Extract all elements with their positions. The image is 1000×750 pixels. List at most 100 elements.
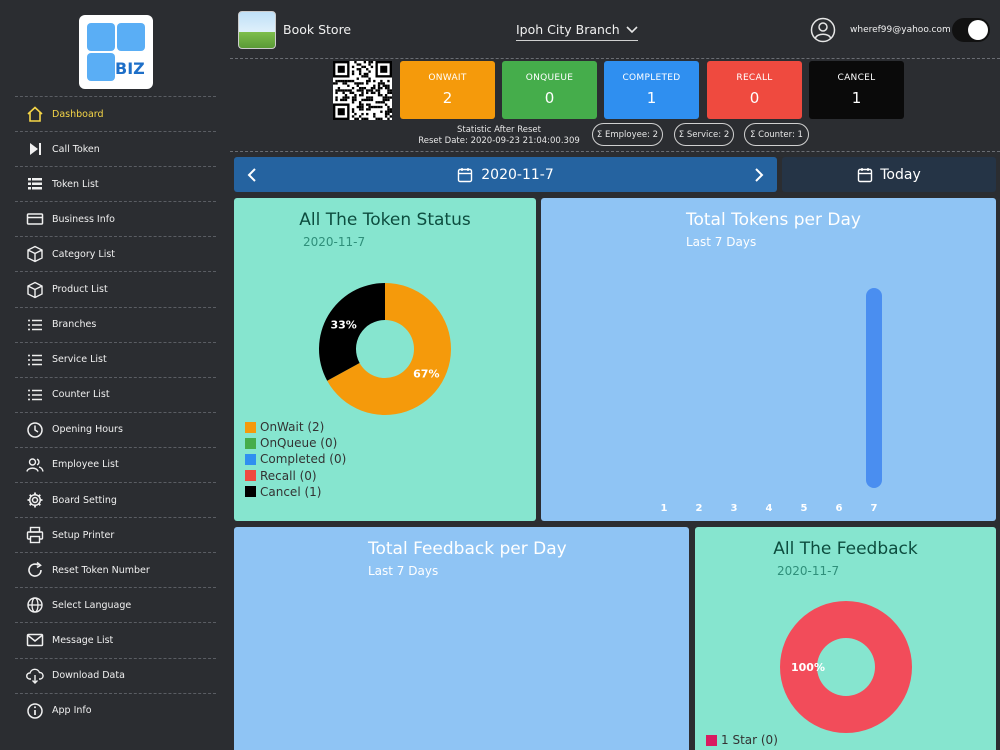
biz-logo: BIZ [79,15,153,89]
sidebar-item-employee-list[interactable]: Employee List [15,446,216,482]
stat-value: 0 [544,89,555,107]
branch-selector[interactable]: Ipoh City Branch [516,22,638,41]
feedback-per-day-panel [234,527,689,750]
token-status-title: All The Token Status [299,210,471,230]
legend-swatch [245,470,256,482]
bullet-list-icon-glyph [28,319,42,331]
refresh-icon-glyph [28,562,42,578]
stat-card-recall[interactable]: RECALL 0 [707,61,802,119]
legend-label: OnQueue (0) [260,436,338,451]
feedback-per-day-title: Total Feedback per Day [368,539,567,559]
sidebar-item-setup-printer[interactable]: Setup Printer [15,517,216,552]
stat-label: RECALL [736,73,773,83]
legend-swatch [245,437,256,449]
stat-value: 1 [851,89,862,107]
legend-label: Cancel (1) [260,484,322,499]
legend-item: Completed (0) [245,451,346,467]
sidebar-item-reset-token-number[interactable]: Reset Token Number [15,552,216,587]
sidebar-item-counter-list[interactable]: Counter List [15,376,216,412]
sidebar-item-label: Board Setting [52,494,117,506]
legend-label: Recall (0) [260,468,317,483]
user-account-icon[interactable] [810,17,836,43]
next-date-button[interactable] [744,157,774,192]
logo-text: BIZ [115,59,145,78]
cube-icon-glyph [27,281,43,298]
legend-label: 1 Star (0) [721,733,778,747]
dark-mode-toggle[interactable] [952,18,990,42]
chevron-right-icon [755,167,764,182]
sidebar-item-label: Counter List [52,389,110,401]
sidebar-item-select-language[interactable]: Select Language [15,587,216,622]
stat-card-completed[interactable]: COMPLETED 1 [604,61,699,119]
gear-icon [25,490,45,510]
donut-slice-label: 100% [791,661,825,674]
all-feedback-legend: 1 Star (0) [706,732,778,748]
legend-label: Completed (0) [260,452,347,467]
legend-item: OnQueue (0) [245,435,346,451]
sidebar-menu: Dashboard Call Token Token List Business In… [15,96,216,728]
today-button[interactable]: Today [782,157,996,192]
sidebar-item-label: Reset Token Number [52,564,150,576]
sidebar-item-category-list[interactable]: Category List [15,236,216,271]
sidebar: BIZ Dashboard Call Token Token List Busines… [0,0,230,750]
legend-swatch [706,734,717,746]
users-icon-glyph [26,458,44,472]
tokens-per-day-chart: 1 2 3 4 5 6 7 [661,288,882,514]
sidebar-item-dashboard[interactable]: Dashboard [15,96,216,131]
card-icon-glyph [26,213,44,226]
stat-value: 1 [646,89,657,107]
all-feedback-date: 2020-11-7 [777,564,840,578]
bar-day-7 [866,288,882,488]
sidebar-item-board-setting[interactable]: Board Setting [15,482,216,517]
logo-square [87,23,115,51]
chevron-left-icon [247,167,256,182]
skip-forward-icon [25,139,45,159]
download-icon [25,666,45,686]
stat-card-cancel[interactable]: CANCEL 1 [809,61,904,119]
sidebar-item-app-info[interactable]: App Info [15,692,216,728]
x-tick-label: 2 [696,503,703,514]
download-icon-glyph [26,668,44,684]
donut-slice-label: 67% [413,367,439,380]
sidebar-item-branches[interactable]: Branches [15,306,216,342]
current-date[interactable]: 2020-11-7 [481,167,553,183]
x-tick-label: 4 [766,503,773,514]
calendar-icon [458,167,473,182]
qr-code [333,61,392,120]
stat-label: CANCEL [837,73,876,83]
calendar-icon [858,167,873,182]
store-thumbnail[interactable] [238,11,276,49]
employee-count-pill: Σ Employee: 2 [592,123,663,146]
sidebar-item-token-list[interactable]: Token List [15,166,216,201]
stat-card-onwait[interactable]: ONWAIT 2 [400,61,495,119]
sidebar-item-call-token[interactable]: Call Token [15,131,216,166]
logo-square [87,53,115,81]
sidebar-item-product-list[interactable]: Product List [15,271,216,306]
sidebar-item-service-list[interactable]: Service List [15,341,216,377]
globe-icon-glyph [27,597,43,614]
sidebar-item-opening-hours[interactable]: Opening Hours [15,411,216,447]
token-status-date: 2020-11-7 [303,235,366,249]
date-navigator: 2020-11-7 [234,157,777,192]
donut-slice [319,283,385,381]
sidebar-item-label: Employee List [52,459,119,471]
sidebar-item-label: Setup Printer [52,529,115,541]
sidebar-item-message-list[interactable]: Message List [15,622,216,657]
legend-label: OnWait (2) [260,420,325,434]
sidebar-item-download-data[interactable]: Download Data [15,657,216,693]
donut-slice-label: 33% [331,319,357,332]
stat-card-onqueue[interactable]: ONQUEUE 0 [502,61,597,119]
users-icon [25,455,45,475]
sidebar-item-label: Call Token [52,143,100,155]
user-email: wheref99@yahoo.com [850,25,951,35]
prev-date-button[interactable] [237,157,267,192]
sidebar-item-label: Select Language [52,599,132,611]
sidebar-item-label: Dashboard [52,108,104,120]
counter-count-pill: Σ Counter: 1 [744,123,809,146]
divider [230,151,1000,152]
token-status-donut: 67% 33% [319,283,451,415]
cube-icon [25,280,45,300]
sidebar-item-business-info[interactable]: Business Info [15,201,216,236]
bullet-list-icon-glyph [28,354,42,366]
service-count-pill: Σ Service: 2 [674,123,734,146]
